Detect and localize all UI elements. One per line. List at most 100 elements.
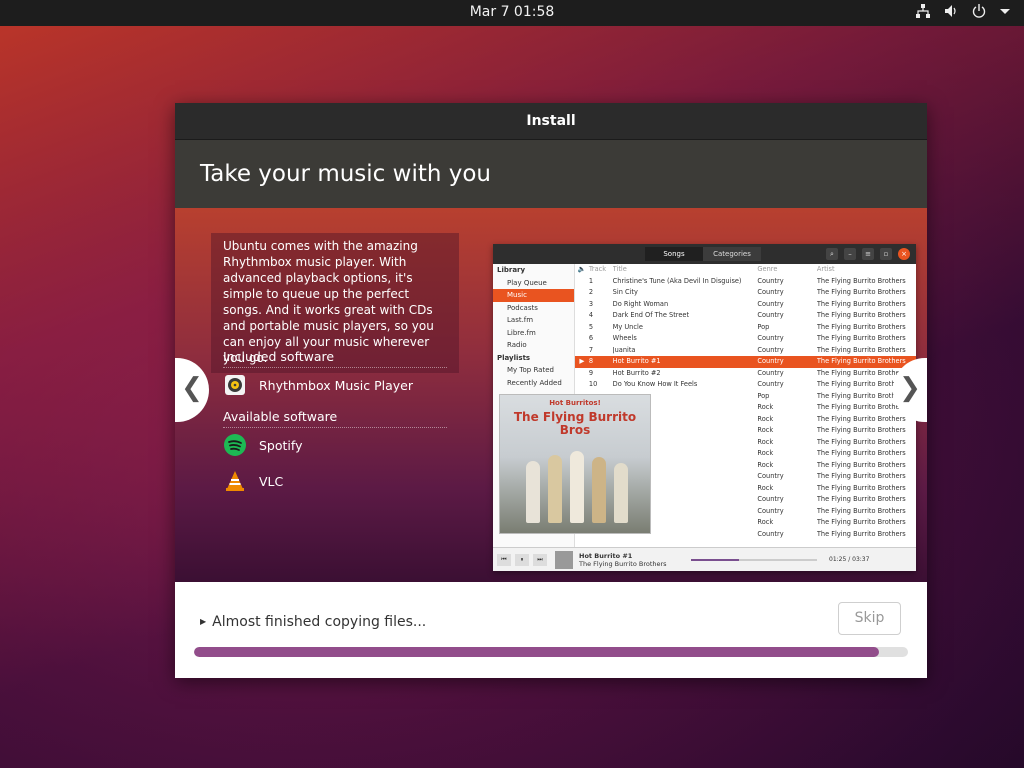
table-cell: Do Right Woman <box>612 299 669 308</box>
table-cell: Country <box>757 345 784 354</box>
rhythmbox-icon <box>223 373 247 397</box>
power-icon[interactable] <box>972 4 986 23</box>
table-cell: The Flying Burrito Brothers <box>816 276 906 285</box>
table-row: 9 Hot Burrito #2 Country The Flying Burrito… <box>575 368 916 380</box>
previous-track-icon: ⏮ <box>497 553 511 566</box>
table-cell: 6 <box>588 334 594 342</box>
table-cell: Country <box>757 529 784 538</box>
table-cell: 1 <box>588 276 594 285</box>
table-cell: The Flying Burrito Brothers <box>816 449 906 457</box>
sidebar-item: Play Queue <box>507 278 547 287</box>
table-cell: 5 <box>588 322 594 331</box>
table-cell: Country <box>757 368 784 377</box>
table-cell: Sin City <box>612 288 638 296</box>
table-cell: The Flying Burrito Brothers <box>816 437 906 446</box>
install-status[interactable]: ▶ Almost finished copying files... <box>200 614 426 630</box>
table-cell: Country <box>757 380 784 388</box>
vlc-icon <box>223 469 247 493</box>
sidebar-item: Podcasts <box>507 303 538 312</box>
row-indicator <box>575 310 589 322</box>
software-name: Spotify <box>259 437 303 453</box>
table-cell: Juanita <box>612 345 636 354</box>
minimize-icon: – <box>844 248 856 260</box>
table-row: 10 Do You Know How It Feels Country The Fly… <box>575 379 916 391</box>
table-cell: Country <box>757 357 784 365</box>
expand-triangle-icon[interactable]: ▶ <box>200 617 206 626</box>
table-cell: The Flying Burrito Brothers <box>816 506 906 515</box>
install-progress-fill <box>194 647 880 657</box>
software-item-vlc: VLC <box>223 469 283 493</box>
screenshot-player-bar: ⏮ ⏸ ⏭ Hot Burrito #1 The Flying Burrito … <box>493 547 916 571</box>
column-header: Title <box>612 265 627 273</box>
table-cell: Pop <box>757 391 770 400</box>
table-cell: The Flying Burrito Brothers <box>816 288 906 296</box>
included-software-label: Included software <box>223 349 447 368</box>
playback-time: 01:25 / 03:37 <box>829 556 870 563</box>
speaker-icon: 🔈 <box>577 265 587 273</box>
tab-categories: Categories <box>703 247 761 261</box>
table-cell: The Flying Burrito Brothers <box>816 483 906 492</box>
previous-slide-button[interactable]: ❮ <box>175 358 209 422</box>
table-cell: Country <box>757 495 784 503</box>
system-tray[interactable] <box>916 4 1010 23</box>
table-cell: Country <box>757 334 784 342</box>
table-cell: Rock <box>757 483 774 492</box>
now-playing-cover <box>555 550 573 569</box>
clock[interactable]: Mar 7 01:58 <box>0 4 1024 20</box>
network-icon[interactable] <box>916 4 930 23</box>
menu-icon: ≡ <box>862 248 874 260</box>
table-cell: Rock <box>757 518 774 526</box>
software-item-rhythmbox: Rhythmbox Music Player <box>223 373 413 397</box>
install-footer: ▶ Almost finished copying files... Skip <box>175 582 927 678</box>
table-cell: Hot Burrito #2 <box>612 368 661 377</box>
table-cell: Country <box>757 288 784 296</box>
table-cell: The Flying Burrito Brothers <box>816 357 906 365</box>
volume-icon[interactable] <box>944 4 958 23</box>
now-playing-title: Hot Burrito #1 <box>579 551 633 560</box>
software-name: VLC <box>259 473 284 489</box>
table-row: 6 Wheels Country The Flying Burrito Brother… <box>575 333 916 345</box>
sidebar-item: My Top Rated <box>507 366 554 374</box>
seek-bar-fill <box>691 558 739 561</box>
column-header: Artist <box>816 265 835 273</box>
table-cell: Do You Know How It Feels <box>612 380 698 388</box>
sidebar-section-header: Playlists <box>497 353 531 362</box>
sidebar-item: Radio <box>507 341 527 349</box>
row-indicator <box>575 345 589 357</box>
menu-arrow-icon[interactable] <box>1000 4 1010 23</box>
row-indicator <box>575 287 589 299</box>
table-cell: The Flying Burrito Brothers <box>816 414 906 423</box>
slideshow: ❮ ❯ Ubuntu comes with the amazing Rhythm… <box>175 208 927 582</box>
table-cell: The Flying Burrito Brothers <box>816 472 906 480</box>
table-row: 3 Do Right Woman Country The Flying Burrito… <box>575 299 916 311</box>
table-cell: Country <box>757 299 784 308</box>
table-cell: 4 <box>588 311 594 319</box>
table-cell: Dark End Of The Street <box>612 311 690 319</box>
table-cell: 8 <box>588 357 594 365</box>
close-icon: × <box>898 248 910 260</box>
window-title: Install <box>175 103 927 140</box>
column-header: Genre <box>757 265 778 273</box>
table-cell: Rock <box>757 426 774 434</box>
sidebar-item: Recently Added <box>507 378 562 387</box>
table-row: 1 Christine's Tune (Aka Devil In Disguise… <box>575 276 916 288</box>
table-cell: Rock <box>757 403 774 411</box>
table-header: 🔈 Track Title Genre Artist <box>575 264 916 276</box>
sidebar-item: Libre.fm <box>507 328 536 337</box>
table-cell: The Flying Burrito Brothers <box>816 529 906 538</box>
table-cell: Country <box>757 472 784 480</box>
table-cell: 7 <box>588 345 594 354</box>
table-cell: 9 <box>588 368 594 377</box>
album-cover: Hot Burritos! The Flying Burrito Bros <box>499 394 651 534</box>
table-cell: Country <box>757 276 784 285</box>
sidebar-item: Last.fm <box>507 316 534 324</box>
album-title: The Flying Burrito Bros <box>513 410 637 437</box>
table-cell: My Uncle <box>612 322 643 331</box>
table-cell: Rock <box>757 414 774 423</box>
table-cell: Rock <box>757 460 774 469</box>
table-cell: Rock <box>757 449 774 457</box>
software-item-spotify: Spotify <box>223 433 302 457</box>
table-row: 4 Dark End Of The Street Country The Flying… <box>575 310 916 322</box>
table-cell: 3 <box>588 299 594 308</box>
skip-button[interactable]: Skip <box>838 602 901 635</box>
